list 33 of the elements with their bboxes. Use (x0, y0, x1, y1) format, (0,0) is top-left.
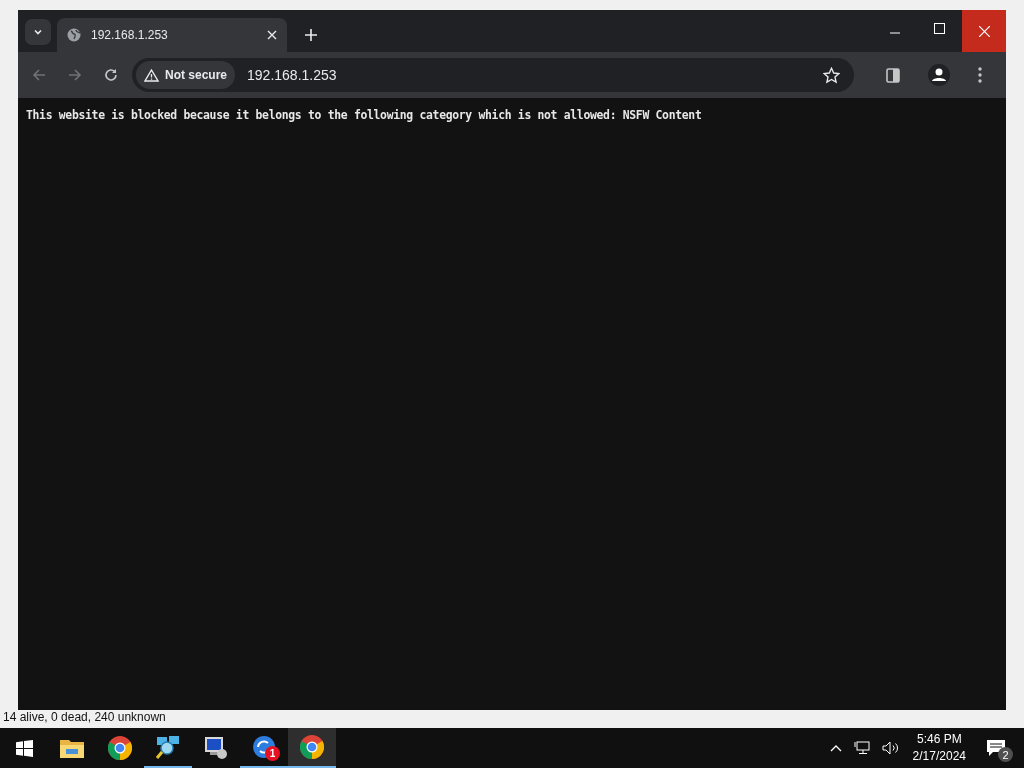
reload-icon[interactable] (104, 68, 118, 82)
warning-icon (144, 68, 159, 82)
tab-search-button[interactable] (25, 19, 51, 45)
speaker-icon[interactable] (881, 741, 899, 755)
close-icon (978, 25, 990, 37)
chevron-up-icon[interactable] (829, 744, 842, 752)
menu-icon[interactable] (978, 67, 982, 83)
profile-icon[interactable] (928, 64, 950, 86)
address-bar[interactable]: Not secure 192.168.1.253 (132, 58, 854, 92)
security-chip[interactable]: Not secure (136, 61, 236, 89)
chrome-icon (300, 735, 324, 759)
status-text: 14 alive, 0 dead, 240 unknown (2, 709, 167, 726)
back-icon[interactable] (32, 68, 46, 82)
chrome-icon (108, 736, 132, 760)
network-icon[interactable] (853, 741, 870, 755)
notification-badge: 1 (265, 746, 280, 761)
folder-icon (60, 738, 84, 758)
clock[interactable]: 5:46 PM 2/17/2024 (912, 731, 966, 765)
action-center-button[interactable]: 2 (976, 728, 1016, 768)
close-icon[interactable] (267, 30, 277, 40)
maximize-icon[interactable] (934, 23, 945, 34)
network-scanner-icon (155, 735, 181, 759)
computer-icon (204, 736, 228, 760)
blocked-message: This website is blocked because it belongs to the following category which is not allowed: NSFW Content (26, 108, 703, 122)
url-text: 192.168.1.253 (247, 67, 337, 83)
forward-icon[interactable] (68, 68, 82, 82)
taskbar-app-button[interactable] (288, 728, 336, 768)
new-tab-icon[interactable] (305, 29, 317, 41)
windows-start-icon[interactable] (16, 739, 33, 757)
globe-icon (67, 28, 81, 42)
side-panel-icon[interactable] (886, 67, 900, 83)
star-icon[interactable] (823, 66, 840, 84)
browser-tab[interactable]: 192.168.1.253 (57, 18, 287, 52)
